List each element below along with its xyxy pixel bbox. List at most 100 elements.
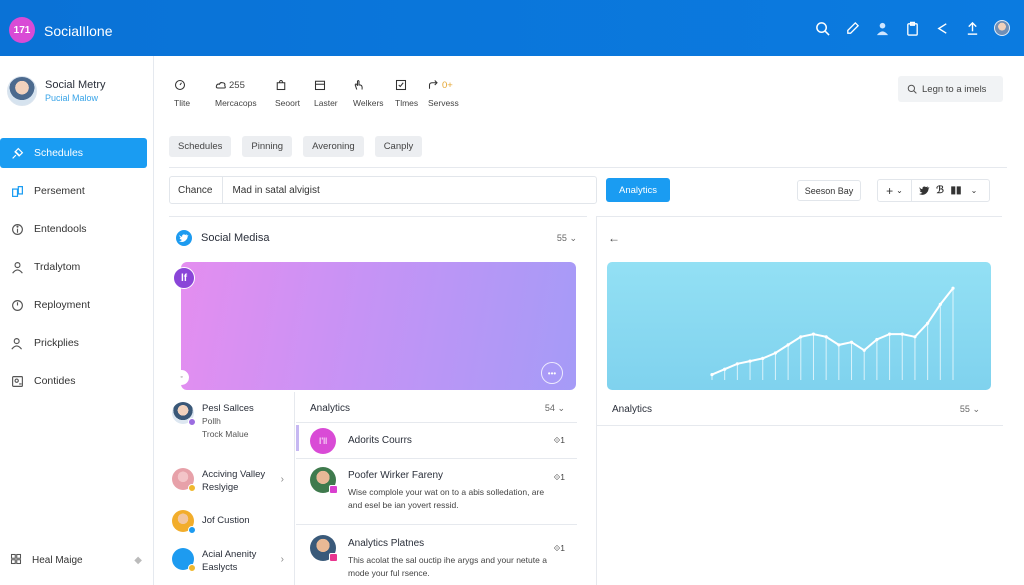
list-item[interactable]: Acial Anenity Easlycts › [172,548,292,574]
sidebar-item-label: Schedules [34,147,84,159]
sidebar-item-trdalytom[interactable]: Trdalytom [0,252,154,282]
analytics-card: ← Analytics 55 ⌄ [596,216,1003,585]
table-row[interactable]: Analytics Platnes This acolat the sal ou… [296,524,577,585]
chevron-right-icon[interactable]: › [281,474,284,485]
analytics-chart[interactable] [607,262,991,390]
twitter-icon [176,230,192,246]
clipboard-icon[interactable] [904,20,920,36]
row-meta: ⟐1 [553,435,565,445]
chart-point-8 [811,332,816,336]
grid-icon [10,553,22,568]
profile-avatar [7,76,37,106]
profile[interactable]: Social Metry Pucial Malow [7,76,106,106]
filter-chips: Schedules Pinning Averoning Canply [169,136,423,157]
sidebar-item-label: Reployment [34,299,91,311]
edit-icon[interactable] [844,20,860,36]
back-arrow-icon[interactable]: ← [608,231,620,245]
analytics-count-dropdown[interactable]: 55 ⌄ [960,404,980,415]
filter-value[interactable]: Mad in satal alvigist [223,185,319,196]
tool-tlmes[interactable]: Tlmes [395,78,422,108]
twitter-icon [172,548,196,572]
avatar: I'll [310,428,336,454]
chip-canply[interactable]: Canply [374,136,423,157]
list-item[interactable]: Acciving Valley Reslyige › [172,468,292,494]
tool-welkers[interactable]: Welkers [353,78,387,108]
chart-point-16 [913,335,917,339]
sidebar-item-schedules[interactable]: Schedules [0,138,147,168]
info-icon [10,222,24,236]
hand-icon [353,78,367,92]
chart-point-10 [837,343,841,347]
chart-svg [710,286,955,380]
login-search-input[interactable]: Legn to a imels [898,76,1003,102]
twitter-icon[interactable] [916,180,932,201]
sidebar-item-reployment[interactable]: Reployment [0,290,154,320]
stats-icon[interactable]: ▮▮ [948,180,964,201]
chart-point-2 [735,362,739,366]
divider [597,425,1003,426]
upload-icon[interactable] [964,20,980,36]
chart-point-19 [951,286,955,290]
sidebar-item-label: Prickplies [34,337,79,349]
filter-input[interactable]: Chance Mad in satal alvigist [169,176,597,204]
analytics-list: Analytics 54 ⌄ I'll Adorits Courrs ⟐1 Po… [296,392,577,585]
tool-laster[interactable]: Laster [314,78,341,108]
add-button[interactable]: + ⌄ [878,180,912,201]
dot-icon[interactable]: ◦ [174,370,189,385]
search-icon [907,84,917,94]
chart-point-11 [849,340,854,344]
filter-label[interactable]: Chance [170,177,224,203]
calendar-icon [314,78,328,92]
sidebar-item-contides[interactable]: Contides [0,366,154,396]
list-item[interactable]: Pesl Sallces Pollh Trock Malue [172,402,292,441]
avatar[interactable] [994,20,1010,36]
hero-badge[interactable]: lf [173,267,195,289]
tool-servess[interactable]: 0+ Servess [428,78,464,109]
share-icon[interactable] [934,20,950,36]
chart-point-18 [938,302,942,306]
card-count-dropdown[interactable]: 55 ⌄ [557,233,577,244]
tool-tlite[interactable]: Tlite [174,78,201,108]
avatar [172,402,196,426]
tool-value: 0+ [442,79,453,91]
sidebar-item-label: Trdalytom [34,261,81,273]
analytics-count-dropdown[interactable]: 54 ⌄ [545,403,565,414]
app-logo[interactable]: 171 [9,17,35,43]
calendar-icon [10,184,24,198]
contacts-icon [10,374,24,388]
chip-schedules[interactable]: Schedules [169,136,232,157]
chevron-down-icon: ⌄ [896,186,903,195]
person-icon [10,336,24,350]
row-meta: ⟐1 [553,472,565,482]
social-toolbar: + ⌄ ℬ ▮▮ ⌄ [877,179,990,202]
table-row[interactable]: Poofer Wirker Fareny Wise complole your … [296,458,577,524]
sidebar-footer[interactable]: Heal Maige ◆ [10,553,142,568]
row-meta: ⟐1 [553,543,565,553]
search-icon[interactable] [814,20,830,36]
hero-banner[interactable] [181,262,576,390]
tool-mercacops[interactable]: 255 Mercacops [215,78,261,109]
sidebar-item-prickplies[interactable]: Prickplies [0,328,154,358]
chart-point-13 [875,337,879,342]
avatar [172,510,196,534]
analytics-button[interactable]: Analytics [606,178,670,202]
card-title: Social Medisa [201,232,270,244]
chip-averoning[interactable]: Averoning [303,136,364,157]
table-row[interactable]: I'll Adorits Courrs ⟐1 [296,422,577,458]
season-button[interactable]: Seeson Bay [797,180,861,201]
sidebar-item-entendools[interactable]: Entendools [0,214,154,244]
user-icon[interactable] [874,20,890,36]
tool-seoort[interactable]: Seoort [275,78,302,108]
sidebar-item-persement[interactable]: Persement [0,176,154,206]
chevron-right-icon[interactable]: › [281,554,284,565]
rss-icon[interactable]: ℬ [932,180,948,201]
chart-point-7 [799,335,803,339]
list-item[interactable]: Jof Custion [172,510,292,534]
avatar [310,467,338,494]
chart-point-6 [786,343,790,347]
top-bar: 171 SocialIlone [0,0,1024,56]
more-icon[interactable]: ••• [541,362,563,384]
chevron-down-icon[interactable]: ⌄ [964,180,984,201]
chart-point-4 [761,356,765,360]
chip-pinning[interactable]: Pinning [242,136,293,157]
